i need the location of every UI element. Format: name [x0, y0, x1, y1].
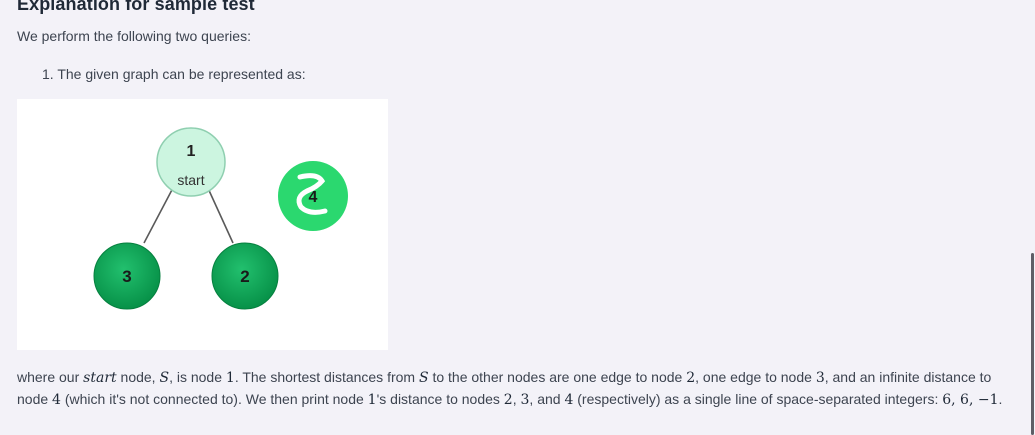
- desc-text: , and: [529, 391, 561, 407]
- edge-1-3: [143, 185, 175, 244]
- math-number: 4: [52, 392, 61, 408]
- node-3-label: 3: [122, 267, 131, 286]
- desc-text: (respectively) as a single line of space…: [577, 391, 939, 407]
- node-3: 3: [93, 242, 161, 310]
- node-1: 1 start: [156, 127, 226, 197]
- math-number: 3: [815, 370, 825, 386]
- node-1-label: 1: [187, 143, 196, 160]
- node-2: 2: [211, 242, 279, 310]
- node-1-sublabel: start: [177, 172, 204, 188]
- desc-text: ,: [512, 391, 517, 407]
- desc-text: where our: [17, 369, 80, 385]
- intro-text: We perform the following two queries:: [17, 28, 251, 44]
- math-s: S: [418, 370, 429, 386]
- step-item: 1. The given graph can be represented as…: [42, 66, 306, 82]
- math-number: 1: [225, 370, 235, 386]
- desc-text: to the other nodes are one edge to node: [432, 369, 683, 385]
- math-s: S: [159, 370, 170, 386]
- math-number: 4: [564, 392, 574, 408]
- desc-text: , is node: [169, 369, 222, 385]
- math-result: 6, 6, −1: [942, 392, 999, 408]
- node-4-label: 4: [309, 189, 318, 206]
- section-heading: Explanation for sample test: [17, 0, 255, 14]
- step-text: The given graph can be represented as:: [57, 66, 306, 82]
- desc-text: , one edge to node: [695, 369, 812, 385]
- node-4: 4: [278, 161, 348, 231]
- desc-text: node,: [120, 369, 156, 385]
- graph-image: 1 start 3 2 4: [17, 99, 388, 350]
- math-number: 2: [686, 370, 696, 386]
- graph-diagram: 1 start 3 2 4: [93, 127, 348, 310]
- desc-text: (which it's not connected to). We then p…: [64, 391, 364, 407]
- edge-1-2: [206, 185, 234, 244]
- desc-text: .: [998, 391, 1003, 407]
- explanation-paragraph: where our start node, S, is node 1. The …: [17, 367, 1020, 411]
- scrollbar-thumb[interactable]: [1031, 253, 1034, 435]
- desc-text: 's distance to nodes: [376, 391, 500, 407]
- math-number: 2: [503, 392, 513, 408]
- math-number: 1: [367, 392, 377, 408]
- step-number: 1.: [42, 66, 54, 82]
- math-start: start: [83, 370, 117, 386]
- node-2-label: 2: [240, 267, 249, 286]
- desc-text: . The shortest distances from: [234, 369, 416, 385]
